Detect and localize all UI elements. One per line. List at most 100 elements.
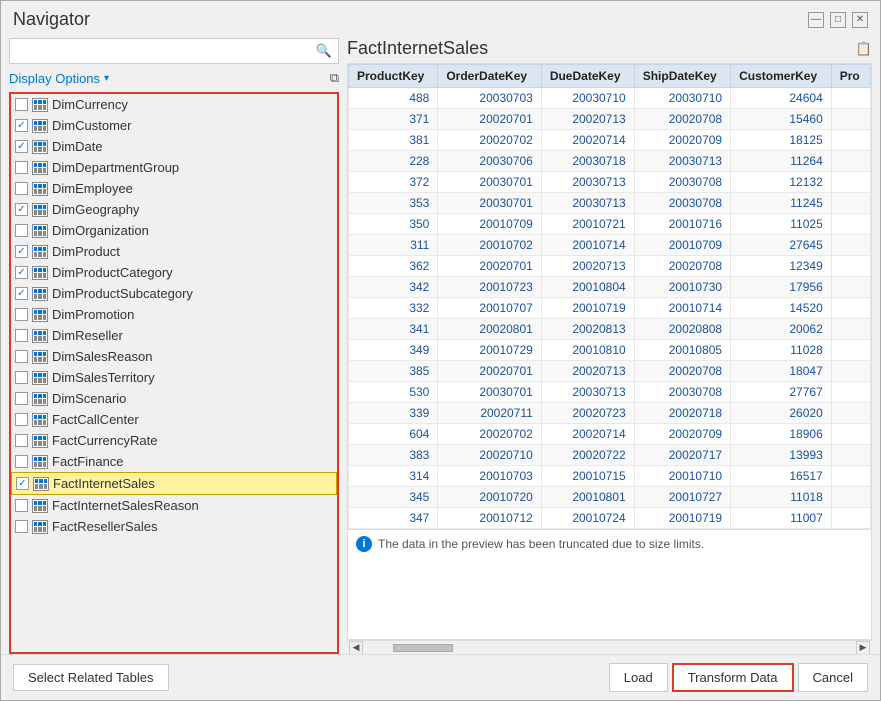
checkbox[interactable] bbox=[15, 455, 28, 468]
list-item[interactable]: DimCurrency bbox=[11, 94, 337, 115]
table-cell: 20020701 bbox=[438, 361, 541, 382]
list-item[interactable]: DimPromotion bbox=[11, 304, 337, 325]
table-cell: 20020714 bbox=[541, 424, 634, 445]
checkbox[interactable] bbox=[15, 329, 28, 342]
table-cell: 13993 bbox=[731, 445, 832, 466]
item-label: DimSalesTerritory bbox=[52, 370, 155, 385]
table-cell bbox=[831, 214, 870, 235]
scroll-track[interactable] bbox=[363, 644, 856, 652]
list-item[interactable]: DimReseller bbox=[11, 325, 337, 346]
checkbox[interactable] bbox=[15, 308, 28, 321]
bottom-bar: Select Related Tables Load Transform Dat… bbox=[1, 654, 880, 700]
scroll-right-arrow[interactable]: ▶ bbox=[856, 641, 870, 655]
checkbox[interactable] bbox=[15, 350, 28, 363]
checkbox[interactable] bbox=[15, 98, 28, 111]
checkbox[interactable] bbox=[15, 434, 28, 447]
load-button[interactable]: Load bbox=[609, 663, 668, 692]
list-item[interactable]: FactInternetSalesReason bbox=[11, 495, 337, 516]
scroll-left-arrow[interactable]: ◀ bbox=[349, 641, 363, 655]
list-item[interactable]: ✓DimProductCategory bbox=[11, 262, 337, 283]
table-cell: 345 bbox=[349, 487, 438, 508]
checkbox[interactable]: ✓ bbox=[15, 203, 28, 216]
table-icon bbox=[32, 455, 48, 469]
checkbox[interactable] bbox=[15, 499, 28, 512]
scroll-thumb[interactable] bbox=[393, 644, 453, 652]
action-buttons: Load Transform Data Cancel bbox=[609, 663, 868, 692]
checkbox[interactable] bbox=[15, 413, 28, 426]
table-icon bbox=[32, 499, 48, 513]
display-options[interactable]: Display Options ▾ ⧉ bbox=[9, 68, 339, 88]
table-cell: 20030713 bbox=[634, 151, 730, 172]
list-item[interactable]: DimSalesTerritory bbox=[11, 367, 337, 388]
close-button[interactable]: ✕ bbox=[852, 12, 868, 28]
list-item[interactable]: FactFinance bbox=[11, 451, 337, 472]
list-item[interactable]: ✓ DimProductSubcategory bbox=[11, 283, 337, 304]
list-item[interactable]: FactCurrencyRate bbox=[11, 430, 337, 451]
minimize-button[interactable]: — bbox=[808, 12, 824, 28]
item-label: DimCurrency bbox=[52, 97, 128, 112]
list-item[interactable]: DimEmployee bbox=[11, 178, 337, 199]
table-cell: 20020801 bbox=[438, 319, 541, 340]
list-item[interactable]: ✓DimCustomer bbox=[11, 115, 337, 136]
checkbox[interactable] bbox=[15, 520, 28, 533]
table-cell: 20010709 bbox=[438, 214, 541, 235]
table-cell: 11018 bbox=[731, 487, 832, 508]
preview-export-icon[interactable]: 📋 bbox=[856, 41, 872, 57]
transform-data-button[interactable]: Transform Data bbox=[672, 663, 794, 692]
search-input[interactable] bbox=[10, 40, 310, 63]
table-icon bbox=[32, 182, 48, 196]
list-item[interactable]: FactCallCenter bbox=[11, 409, 337, 430]
table-list[interactable]: DimCurrency ✓DimCustomer✓DimDateDimDepart… bbox=[11, 94, 337, 652]
checkbox[interactable]: ✓ bbox=[15, 287, 28, 300]
checkbox[interactable] bbox=[15, 182, 28, 195]
cancel-button[interactable]: Cancel bbox=[798, 663, 868, 692]
horizontal-scrollbar[interactable]: ◀ ▶ bbox=[347, 640, 872, 654]
table-cell bbox=[831, 172, 870, 193]
checkbox[interactable] bbox=[15, 224, 28, 237]
list-item[interactable]: ✓DimGeography bbox=[11, 199, 337, 220]
table-cell: 20020717 bbox=[634, 445, 730, 466]
list-item[interactable]: ✓ FactInternetSales bbox=[11, 472, 337, 495]
table-cell: 20010719 bbox=[634, 508, 730, 529]
table-cell: 20020701 bbox=[438, 256, 541, 277]
checkbox[interactable]: ✓ bbox=[15, 140, 28, 153]
list-item[interactable]: DimScenario bbox=[11, 388, 337, 409]
table-cell bbox=[831, 109, 870, 130]
table-cell bbox=[831, 151, 870, 172]
table-cell: 311 bbox=[349, 235, 438, 256]
table-cell: 20010703 bbox=[438, 466, 541, 487]
window-controls: — □ ✕ bbox=[808, 12, 868, 28]
table-cell: 20020808 bbox=[634, 319, 730, 340]
checkbox[interactable]: ✓ bbox=[15, 266, 28, 279]
list-item[interactable]: DimOrganization bbox=[11, 220, 337, 241]
checkbox[interactable]: ✓ bbox=[16, 477, 29, 490]
item-label: DimScenario bbox=[52, 391, 126, 406]
table-cell: 20020813 bbox=[541, 319, 634, 340]
table-cell: 381 bbox=[349, 130, 438, 151]
checkbox[interactable]: ✓ bbox=[15, 245, 28, 258]
search-box[interactable]: 🔍 bbox=[9, 38, 339, 64]
data-table-container[interactable]: ProductKeyOrderDateKeyDueDateKeyShipDate… bbox=[347, 63, 872, 640]
checkbox[interactable] bbox=[15, 161, 28, 174]
checkbox[interactable] bbox=[15, 392, 28, 405]
checkbox[interactable]: ✓ bbox=[15, 119, 28, 132]
table-row: 34220010723200108042001073017956 bbox=[349, 277, 871, 298]
table-icon bbox=[32, 266, 48, 280]
table-cell: 18906 bbox=[731, 424, 832, 445]
select-related-tables-button[interactable]: Select Related Tables bbox=[13, 664, 169, 691]
table-cell: 20010801 bbox=[541, 487, 634, 508]
list-item[interactable]: FactResellerSales bbox=[11, 516, 337, 537]
list-item[interactable]: ✓DimProduct bbox=[11, 241, 337, 262]
item-label: DimProductSubcategory bbox=[52, 286, 193, 301]
table-cell: 385 bbox=[349, 361, 438, 382]
maximize-button[interactable]: □ bbox=[830, 12, 846, 28]
table-icon bbox=[32, 161, 48, 175]
list-item[interactable]: DimSalesReason bbox=[11, 346, 337, 367]
list-item[interactable]: ✓DimDate bbox=[11, 136, 337, 157]
item-label: FactInternetSales bbox=[53, 476, 155, 491]
table-icon bbox=[32, 392, 48, 406]
table-cell: 20030703 bbox=[438, 88, 541, 109]
checkbox[interactable] bbox=[15, 371, 28, 384]
list-item[interactable]: DimDepartmentGroup bbox=[11, 157, 337, 178]
column-header: CustomerKey bbox=[731, 65, 832, 88]
